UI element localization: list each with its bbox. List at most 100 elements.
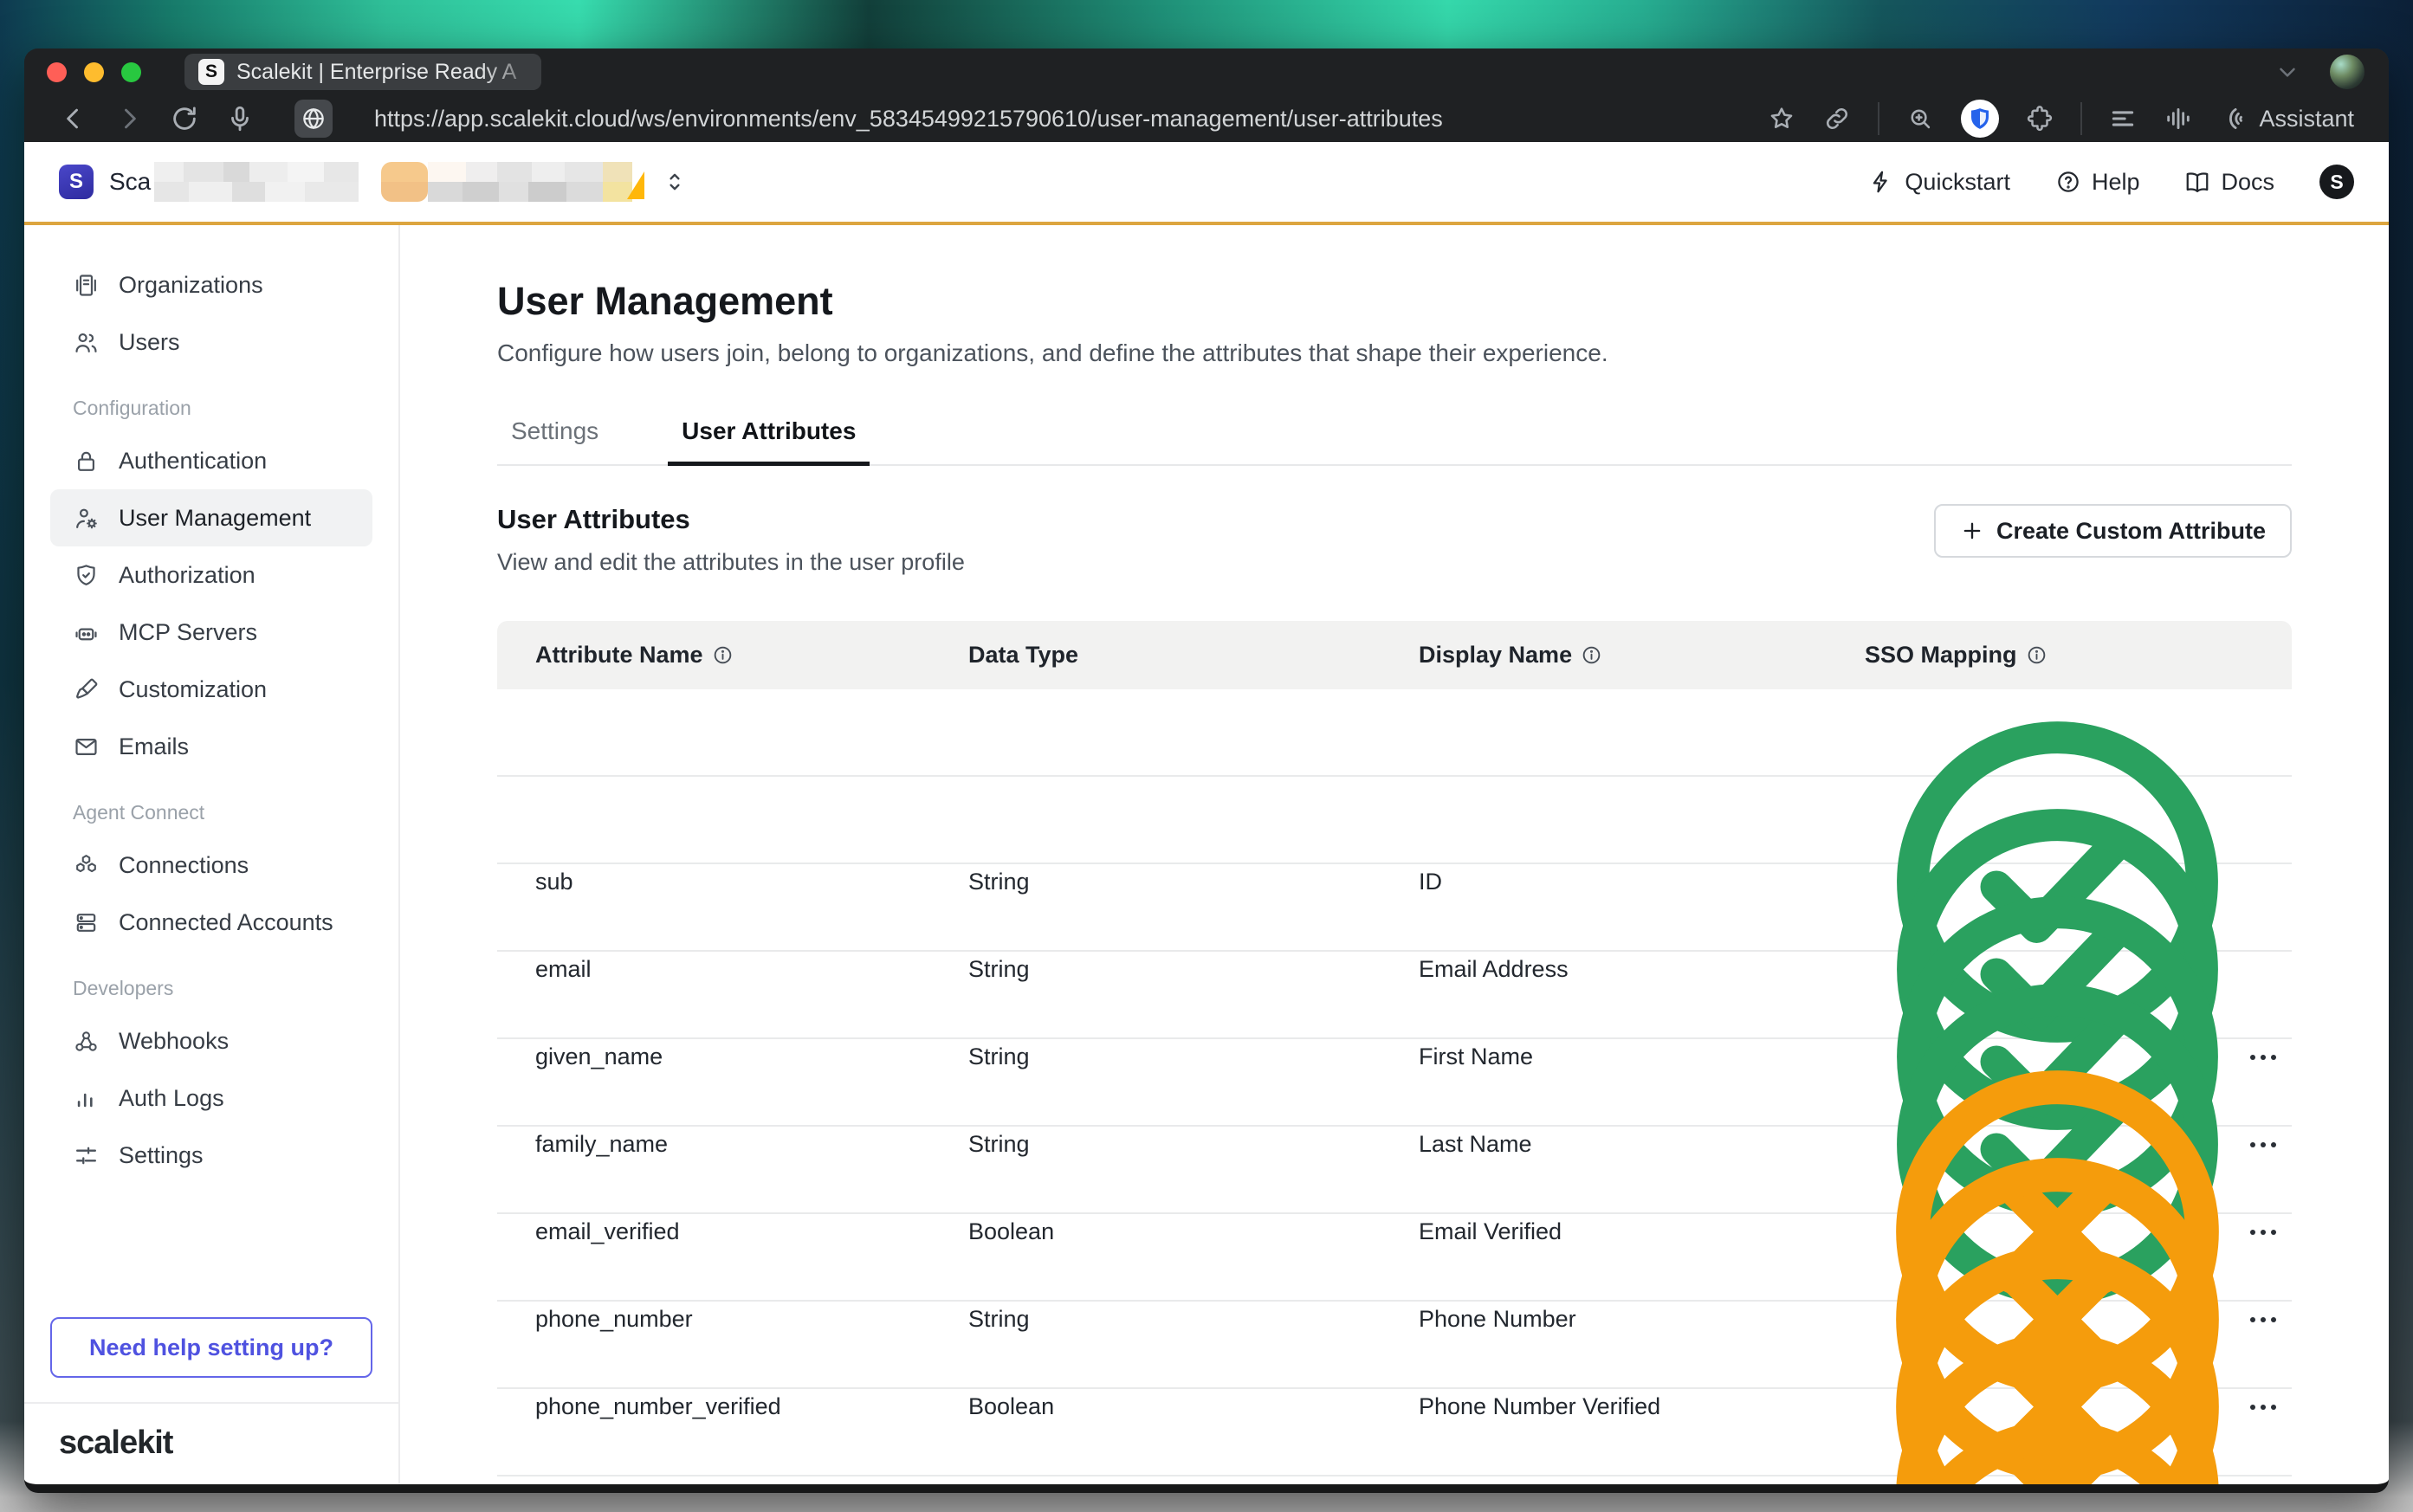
boxes-icon bbox=[73, 852, 100, 879]
brand-row: scalekit bbox=[24, 1402, 398, 1484]
sidebar-item-label: Emails bbox=[119, 733, 189, 760]
cell-attribute: given_name bbox=[535, 1044, 968, 1070]
sidebar-item-authentication[interactable]: Authentication bbox=[50, 432, 372, 489]
sidebar-item-settings[interactable]: Settings bbox=[50, 1127, 372, 1184]
forward-icon[interactable] bbox=[114, 104, 144, 133]
toolbar-divider bbox=[2080, 102, 2082, 135]
close-window-button[interactable] bbox=[47, 62, 67, 82]
warning-triangle-icon bbox=[627, 171, 644, 199]
ellipsis-dot bbox=[2271, 1405, 2276, 1410]
tabs: Settings User Attributes bbox=[497, 407, 2292, 466]
sidebar-item-organizations[interactable]: Organizations bbox=[50, 256, 372, 313]
sidebar-item-connections[interactable]: Connections bbox=[50, 837, 372, 894]
chevron-down-icon[interactable] bbox=[2274, 59, 2300, 85]
sidebar-item-authorization[interactable]: Authorization bbox=[50, 546, 372, 604]
column-header-attribute-name: Attribute Name bbox=[535, 642, 968, 669]
browser-toolbar: https://app.scalekit.cloud/ws/environmen… bbox=[24, 95, 2389, 142]
browser-tab[interactable]: S Scalekit | Enterprise Ready A bbox=[184, 54, 541, 90]
sidebar-item-customization[interactable]: Customization bbox=[50, 661, 372, 718]
table-row-email: emailStringEmail Address bbox=[497, 777, 2292, 864]
reload-icon[interactable] bbox=[170, 104, 199, 133]
info-icon bbox=[1581, 644, 1602, 666]
ellipsis-dot bbox=[2261, 1142, 2266, 1147]
cell-data-type: String bbox=[968, 1481, 1419, 1484]
browser-tabstrip: S Scalekit | Enterprise Ready A bbox=[24, 48, 2389, 95]
password-manager-icon[interactable] bbox=[1961, 100, 1999, 138]
row-actions-menu[interactable] bbox=[2250, 1230, 2321, 1235]
sidebar-item-users[interactable]: Users bbox=[50, 313, 372, 371]
x-circle-icon bbox=[1865, 1389, 2250, 1484]
cell-display-name: Email Address bbox=[1419, 956, 1865, 983]
webhook-icon bbox=[73, 1028, 100, 1055]
waveform-icon[interactable] bbox=[2164, 104, 2193, 133]
bookmark-star-icon[interactable] bbox=[1767, 104, 1796, 133]
window-controls bbox=[47, 62, 141, 82]
create-custom-attribute-button[interactable]: Create Custom Attribute bbox=[1934, 504, 2292, 558]
assistant-button[interactable]: Assistant bbox=[2219, 104, 2354, 133]
app-header: S Sca Quickstart Help Docs S bbox=[24, 142, 2389, 225]
redacted-environment-name bbox=[381, 162, 632, 202]
sidebar-item-webhooks[interactable]: Webhooks bbox=[50, 1012, 372, 1069]
page-title: User Management bbox=[497, 279, 2292, 324]
redacted-workspace-name bbox=[154, 162, 359, 202]
ellipsis-dot bbox=[2250, 1142, 2255, 1147]
cell-display-name: Phone Number Verified bbox=[1419, 1393, 1865, 1420]
quickstart-button[interactable]: Quickstart bbox=[1868, 169, 2010, 196]
cell-display-name: ID bbox=[1419, 869, 1865, 895]
bar-chart-icon bbox=[73, 1085, 100, 1112]
sidebar-item-label: Webhooks bbox=[119, 1028, 229, 1055]
main-content: User Management Configure how users join… bbox=[400, 225, 2389, 1484]
minimize-window-button[interactable] bbox=[84, 62, 104, 82]
sidebar-item-label: Organizations bbox=[119, 272, 263, 299]
cell-data-type: String bbox=[968, 1306, 1419, 1333]
lock-icon bbox=[73, 448, 100, 475]
extensions-puzzle-icon[interactable] bbox=[2025, 104, 2054, 133]
row-actions-menu[interactable] bbox=[2250, 1055, 2321, 1060]
reading-list-icon[interactable] bbox=[2108, 104, 2138, 133]
sidebar-nav: OrganizationsUsersConfigurationAuthentic… bbox=[24, 225, 398, 1317]
cell-data-type: String bbox=[968, 869, 1419, 895]
shield-check-icon bbox=[73, 562, 100, 589]
ellipsis-dot bbox=[2250, 1230, 2255, 1235]
help-button[interactable]: Help bbox=[2055, 169, 2140, 196]
copy-link-icon[interactable] bbox=[1822, 104, 1852, 133]
back-icon[interactable] bbox=[59, 104, 88, 133]
scalekit-wordmark: scalekit bbox=[59, 1425, 172, 1461]
cell-display-name: Email Verified bbox=[1419, 1218, 1865, 1245]
microphone-icon[interactable] bbox=[225, 104, 255, 133]
table-body: subStringIDemailStringEmail Addressgiven… bbox=[497, 689, 2292, 1476]
row-actions-menu[interactable] bbox=[2250, 1142, 2321, 1147]
url-bar[interactable]: https://app.scalekit.cloud/ws/environmen… bbox=[374, 106, 1741, 132]
docs-button[interactable]: Docs bbox=[2184, 169, 2274, 196]
sidebar-item-emails[interactable]: Emails bbox=[50, 718, 372, 775]
user-avatar[interactable]: S bbox=[2319, 165, 2354, 199]
environment-selector-icon[interactable] bbox=[662, 169, 688, 195]
site-info-chip[interactable] bbox=[294, 100, 333, 138]
row-actions-menu[interactable] bbox=[2250, 1317, 2321, 1322]
sidebar-item-label: Authentication bbox=[119, 448, 267, 475]
cell-attribute: family_name bbox=[535, 1131, 968, 1158]
sidebar-item-mcp-servers[interactable]: MCP Servers bbox=[50, 604, 372, 661]
need-help-button[interactable]: Need help setting up? bbox=[50, 1317, 372, 1378]
sidebar-item-auth-logs[interactable]: Auth Logs bbox=[50, 1069, 372, 1127]
workspace-name: Sca bbox=[109, 168, 151, 196]
ellipsis-dot bbox=[2271, 1142, 2276, 1147]
cell-data-type: Boolean bbox=[968, 1393, 1419, 1420]
row-actions-menu[interactable] bbox=[2250, 1405, 2321, 1410]
zoom-window-button[interactable] bbox=[121, 62, 141, 82]
sidebar-item-user-management[interactable]: User Management bbox=[50, 489, 372, 546]
mail-icon bbox=[73, 733, 100, 760]
scalekit-app: S Sca Quickstart Help Docs S Organizatio… bbox=[24, 142, 2389, 1484]
sidebar-item-connected-accounts[interactable]: Connected Accounts bbox=[50, 894, 372, 951]
ellipsis-dot bbox=[2250, 1405, 2255, 1410]
users-icon bbox=[73, 329, 100, 356]
search-lens-icon[interactable] bbox=[1905, 104, 1935, 133]
profile-sphere-avatar[interactable] bbox=[2330, 55, 2364, 89]
tab-user-attributes[interactable]: User Attributes bbox=[668, 407, 870, 464]
sidebar-item-label: MCP Servers bbox=[119, 619, 257, 646]
info-icon bbox=[712, 644, 734, 666]
tab-settings[interactable]: Settings bbox=[497, 407, 612, 464]
sidebar-item-label: Auth Logs bbox=[119, 1085, 224, 1112]
attributes-table: Attribute NameData TypeDisplay NameSSO M… bbox=[497, 621, 2292, 1476]
ellipsis-dot bbox=[2261, 1317, 2266, 1322]
